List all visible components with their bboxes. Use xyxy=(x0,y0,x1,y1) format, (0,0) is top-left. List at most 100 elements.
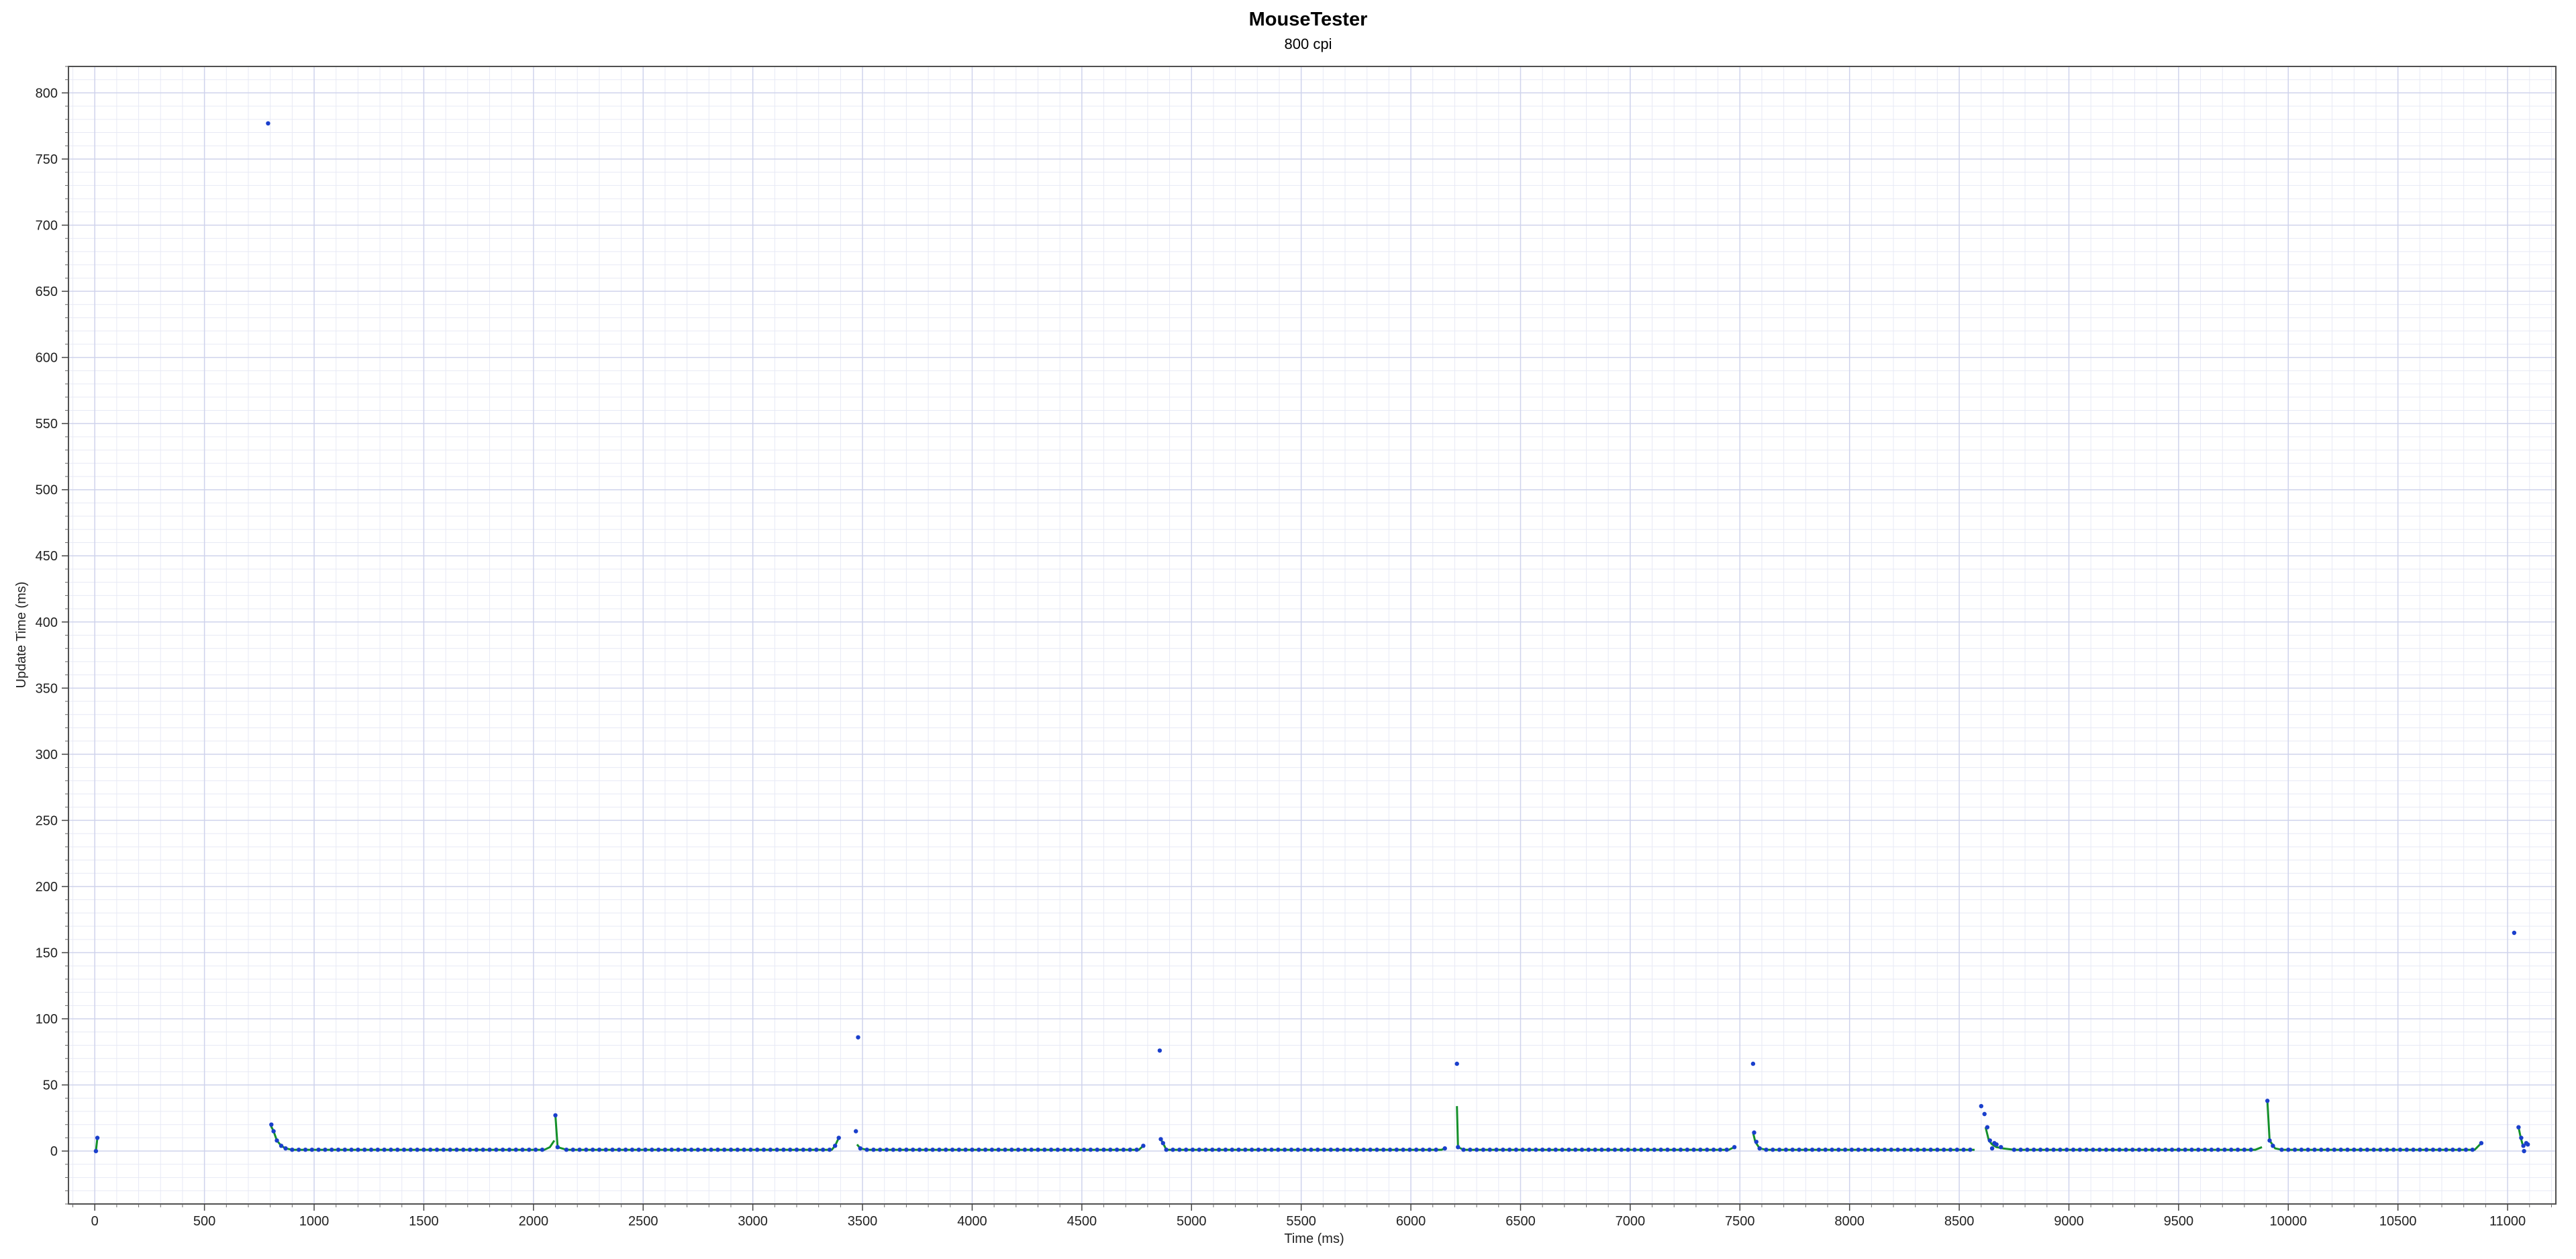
data-point xyxy=(1724,1148,1729,1152)
data-point xyxy=(507,1148,512,1152)
data-point xyxy=(2411,1148,2416,1152)
data-point xyxy=(1022,1148,1028,1152)
data-point xyxy=(540,1148,545,1152)
data-point xyxy=(977,1148,981,1152)
data-point xyxy=(930,1148,935,1152)
data-point xyxy=(884,1148,889,1152)
chart-background xyxy=(0,0,2576,1259)
data-point xyxy=(2457,1148,2462,1152)
data-point xyxy=(794,1148,799,1152)
data-point xyxy=(683,1148,687,1152)
data-point xyxy=(408,1148,413,1152)
data-point xyxy=(1262,1148,1267,1152)
data-point xyxy=(1434,1148,1438,1152)
data-point xyxy=(395,1148,400,1152)
data-point xyxy=(1062,1148,1067,1152)
data-point xyxy=(2279,1148,2284,1152)
data-point xyxy=(2325,1148,2330,1152)
data-point xyxy=(1849,1148,1854,1152)
data-point xyxy=(1295,1148,1301,1152)
data-point xyxy=(1101,1148,1106,1152)
x-axis-label: Time (ms) xyxy=(1284,1231,1344,1246)
x-tick-label: 5500 xyxy=(1286,1214,1316,1229)
data-point xyxy=(891,1148,896,1152)
data-point xyxy=(441,1148,446,1152)
data-point xyxy=(2312,1148,2317,1152)
x-tick-label: 6000 xyxy=(1396,1214,1426,1229)
data-point xyxy=(623,1148,628,1152)
data-point xyxy=(2522,1149,2526,1154)
data-point xyxy=(2012,1148,2016,1152)
data-point xyxy=(590,1148,595,1152)
data-point xyxy=(1876,1148,1881,1152)
data-point xyxy=(1507,1148,1512,1152)
x-tick-label: 9500 xyxy=(2164,1214,2194,1229)
data-point xyxy=(1249,1148,1254,1152)
data-point xyxy=(656,1148,661,1152)
chart-subtitle: 800 cpi xyxy=(1285,36,1332,52)
data-point xyxy=(2345,1148,2350,1152)
data-point xyxy=(349,1148,354,1152)
data-point xyxy=(2299,1148,2304,1152)
data-point xyxy=(1197,1148,1201,1152)
data-point xyxy=(266,121,270,125)
data-point xyxy=(1171,1148,1175,1152)
data-point xyxy=(1750,1061,1756,1066)
data-point xyxy=(1243,1148,1248,1152)
data-point xyxy=(1407,1148,1412,1152)
data-point xyxy=(1095,1148,1099,1152)
data-point xyxy=(937,1148,942,1152)
data-point xyxy=(1889,1148,1893,1152)
data-point xyxy=(1335,1148,1340,1152)
data-point xyxy=(2136,1148,2142,1152)
data-point xyxy=(597,1148,602,1152)
data-point xyxy=(1639,1148,1644,1152)
data-point xyxy=(970,1148,975,1152)
data-point xyxy=(1121,1148,1126,1152)
data-point xyxy=(533,1148,538,1152)
x-tick-label: 8000 xyxy=(1834,1214,1865,1229)
data-point xyxy=(513,1148,518,1152)
data-point xyxy=(290,1148,295,1152)
data-point xyxy=(1029,1148,1034,1152)
y-tick-label: 250 xyxy=(36,813,58,828)
data-point xyxy=(2512,930,2517,936)
data-point xyxy=(2526,1142,2530,1147)
data-point xyxy=(1177,1148,1182,1152)
data-point xyxy=(1236,1148,1241,1152)
data-point xyxy=(2444,1148,2448,1152)
x-tick-label: 0 xyxy=(91,1214,99,1229)
data-point xyxy=(269,1122,274,1127)
data-point xyxy=(2418,1148,2422,1152)
data-point xyxy=(864,1148,869,1152)
x-tick-label: 5000 xyxy=(1177,1214,1207,1229)
data-point xyxy=(2358,1148,2363,1152)
data-point xyxy=(1705,1148,1710,1152)
data-point xyxy=(2450,1148,2455,1152)
data-point xyxy=(636,1148,641,1152)
data-point xyxy=(336,1148,341,1152)
data-point xyxy=(1803,1148,1808,1152)
data-point xyxy=(2032,1148,2036,1152)
data-point xyxy=(643,1148,648,1152)
data-point xyxy=(603,1148,608,1152)
data-point xyxy=(1514,1148,1519,1152)
data-point xyxy=(454,1148,459,1152)
data-point xyxy=(956,1148,962,1152)
data-point xyxy=(695,1148,701,1152)
data-point xyxy=(669,1148,674,1152)
data-point xyxy=(1915,1148,1920,1152)
data-point xyxy=(1160,1141,1166,1146)
data-point xyxy=(2271,1144,2275,1148)
data-point xyxy=(1158,1137,1163,1142)
data-point xyxy=(2292,1148,2297,1152)
data-point xyxy=(1718,1148,1723,1152)
data-point xyxy=(1354,1148,1360,1152)
data-point xyxy=(1645,1148,1650,1152)
data-point xyxy=(1954,1148,1959,1152)
data-point xyxy=(1842,1148,1848,1152)
chart: MouseTester 800 cpi 0 500 1000 1500 2000 2500… xyxy=(0,0,2576,1259)
data-point xyxy=(2470,1148,2475,1152)
data-point xyxy=(1752,1130,1756,1135)
y-tick-label: 800 xyxy=(36,86,58,101)
